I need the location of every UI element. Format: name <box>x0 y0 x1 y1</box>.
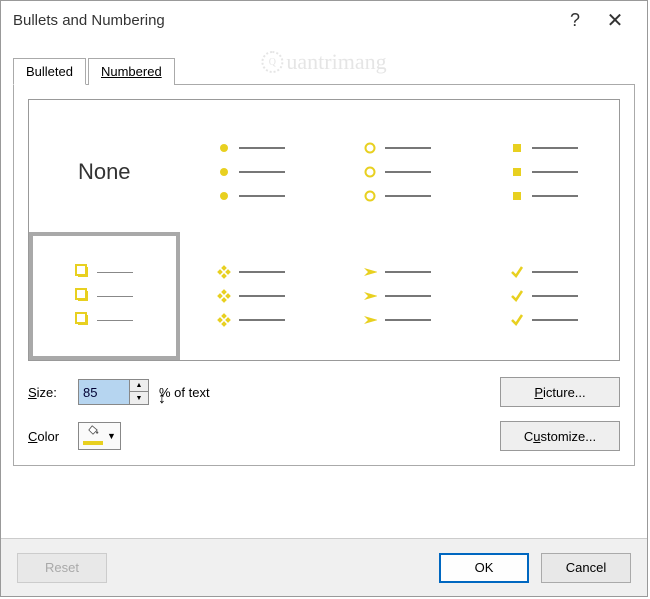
square-icon <box>510 165 524 179</box>
bullet-style-check[interactable] <box>473 236 616 356</box>
ok-button[interactable]: OK <box>439 553 529 583</box>
shadow-box-icon <box>75 289 89 303</box>
bullet-style-shadow-box[interactable] <box>29 232 180 360</box>
bullet-style-disc[interactable] <box>180 112 323 232</box>
check-icon <box>510 289 524 303</box>
circle-icon <box>363 165 377 179</box>
bullet-style-diamond[interactable] <box>180 236 323 356</box>
bucket-icon <box>86 425 100 435</box>
picture-button[interactable]: Picture... <box>500 377 620 407</box>
tab-bulleted[interactable]: Bulleted <box>13 58 86 85</box>
cancel-button[interactable]: Cancel <box>541 553 631 583</box>
disc-icon <box>217 141 231 155</box>
diamond4-icon <box>217 289 231 303</box>
bullet-style-circle[interactable] <box>326 112 469 232</box>
square-icon <box>510 189 524 203</box>
disc-icon <box>217 165 231 179</box>
square-icon <box>510 141 524 155</box>
shadow-box-icon <box>75 313 89 327</box>
chevron-down-icon: ▼ <box>107 431 116 441</box>
color-dropdown[interactable]: ▼ <box>78 422 121 450</box>
bullet-style-square[interactable] <box>473 112 616 232</box>
dialog-title: Bullets and Numbering <box>13 12 165 29</box>
color-label: Color <box>28 429 68 444</box>
tab-numbered[interactable]: Numbered <box>88 58 175 85</box>
dialog-footer: Reset OK Cancel <box>1 538 647 596</box>
check-icon <box>510 265 524 279</box>
circle-icon <box>363 189 377 203</box>
size-label: Size: <box>28 385 68 400</box>
diamond4-icon <box>217 265 231 279</box>
tab-panel: None <box>13 85 635 466</box>
spinner-up-button[interactable]: ▲ <box>130 380 148 392</box>
bullet-style-gallery: None <box>28 99 620 361</box>
tab-strip: Bulleted Numbered <box>13 57 635 85</box>
size-input[interactable] <box>79 380 129 404</box>
size-spinner[interactable]: ▲ ▼ ↕ <box>78 379 149 405</box>
arrow-icon <box>363 313 377 327</box>
close-button[interactable]: ✕ <box>595 4 635 36</box>
disc-icon <box>217 189 231 203</box>
spinner-down-button[interactable]: ▼ <box>130 392 148 404</box>
diamond4-icon <box>217 313 231 327</box>
bullet-style-none[interactable]: None <box>33 112 176 232</box>
size-suffix: % of text <box>159 385 210 400</box>
circle-icon <box>363 141 377 155</box>
help-button[interactable]: ? <box>555 4 595 36</box>
title-bar: Bullets and Numbering ? ✕ <box>1 1 647 39</box>
arrow-icon <box>363 289 377 303</box>
check-icon <box>510 313 524 327</box>
reset-button: Reset <box>17 553 107 583</box>
shadow-box-icon <box>75 265 89 279</box>
bullet-style-arrow[interactable] <box>326 236 469 356</box>
arrow-icon <box>363 265 377 279</box>
control-area: Size: ▲ ▼ ↕ % of text Picture... Color <box>28 377 620 451</box>
bullets-numbering-dialog: Bullets and Numbering ? ✕ Q uantrimang B… <box>0 0 648 597</box>
customize-button[interactable]: Customize... <box>500 421 620 451</box>
